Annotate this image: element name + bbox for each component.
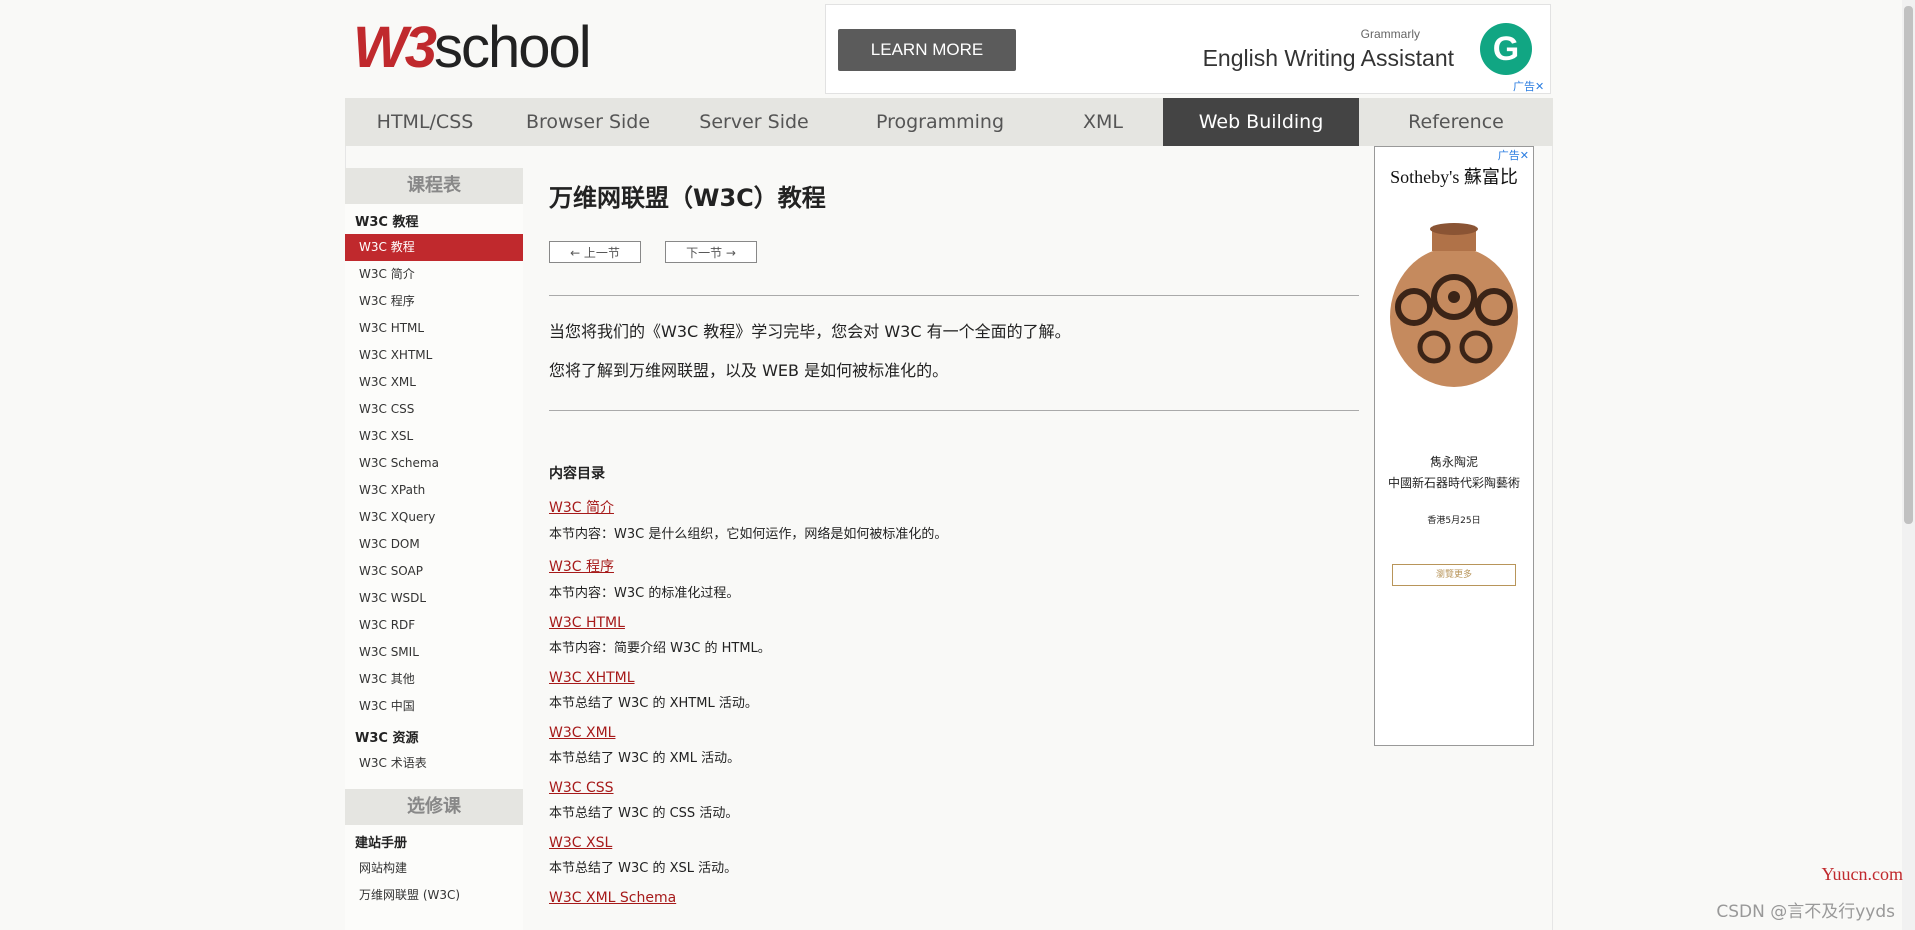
sidebar-item-w3c-xpath[interactable]: W3C XPath xyxy=(345,477,523,504)
nav-xml[interactable]: XML xyxy=(1043,98,1163,146)
next-button[interactable]: 下一节 → xyxy=(665,241,757,263)
sidebar-item-w3c-xhtml[interactable]: W3C XHTML xyxy=(345,342,523,369)
toc-desc: 本节内容：W3C 的标准化过程。 xyxy=(549,586,740,601)
ad-brand: Grammarly xyxy=(1360,27,1420,41)
main-content: 万维网联盟（W3C）教程 ← 上一节 下一节 → 当您将我们的《W3C 教程》学… xyxy=(549,168,1359,906)
prev-button[interactable]: ← 上一节 xyxy=(549,241,641,263)
sidebar-heading-electives: 选修课 xyxy=(345,789,523,825)
toc-desc: 本节总结了 W3C 的 CSS 活动。 xyxy=(549,806,739,821)
ad-label: 广告 xyxy=(1513,80,1535,93)
page-title: 万维网联盟（W3C）教程 xyxy=(549,184,826,212)
learn-more-button[interactable]: LEARN MORE xyxy=(838,29,1016,71)
intro: 当您将我们的《W3C 教程》学习完毕，您会对 W3C 有一个全面的了解。 您将了… xyxy=(549,296,1359,410)
sidebar-item-w3c-wsdl[interactable]: W3C WSDL xyxy=(345,585,523,612)
toc-link-w3c-xsl[interactable]: W3C XSL xyxy=(549,835,1359,851)
toc-link-w3c-xml-schema[interactable]: W3C XML Schema xyxy=(549,890,1359,906)
close-icon[interactable]: ✕ xyxy=(1520,149,1529,162)
top-advertisement[interactable]: LEARN MORE Grammarly English Writing Ass… xyxy=(825,4,1551,94)
sidebar-item-w3c-css[interactable]: W3C CSS xyxy=(345,396,523,423)
sidebar-item-w3c-dom[interactable]: W3C DOM xyxy=(345,531,523,558)
sidebar-item-w3c-xsl[interactable]: W3C XSL xyxy=(345,423,523,450)
toc-title: 内容目录 xyxy=(549,466,605,482)
browse-more-button[interactable]: 瀏覽更多 xyxy=(1392,564,1516,586)
sidebar-item-w3c-smil[interactable]: W3C SMIL xyxy=(345,639,523,666)
intro-text-2: 您将了解到万维网联盟，以及 WEB 是如何被标准化的。 xyxy=(549,361,949,380)
right-advertisement[interactable]: 广告✕ Sotheby's 蘇富比 雋永陶泥 中國新石器時代彩陶藝術 香港5月2… xyxy=(1374,146,1534,746)
sidebar-item-w3c-glossary[interactable]: W3C 术语表 xyxy=(345,750,523,777)
sidebar-item-site-building[interactable]: 网站构建 xyxy=(345,855,523,882)
watermark-credit: CSDN @言不及行yyds xyxy=(1716,902,1895,922)
toc-link-w3c-xhtml[interactable]: W3C XHTML xyxy=(549,670,1359,686)
sidebar: 课程表 W3C 教程 W3C 教程 W3C 简介 W3C 程序 W3C HTML… xyxy=(345,168,523,930)
ad-product: English Writing Assistant xyxy=(1202,45,1454,71)
toc-desc: 本节总结了 W3C 的 XHTML 活动。 xyxy=(549,696,758,711)
pottery-jar-image xyxy=(1390,223,1518,387)
sidebar-section-handbook: 建站手册 xyxy=(355,836,408,851)
intro-text-1: 当您将我们的《W3C 教程》学习完毕，您会对 W3C 有一个全面的了解。 xyxy=(549,322,1071,341)
sidebar-section-w3c: W3C 教程 xyxy=(355,215,419,230)
toc-link-w3c-css[interactable]: W3C CSS xyxy=(549,780,1359,796)
nav-server-side[interactable]: Server Side xyxy=(671,98,837,146)
nav-reference[interactable]: Reference xyxy=(1359,98,1553,146)
right-ad-label[interactable]: 广告✕ xyxy=(1498,147,1529,163)
nav-web-building[interactable]: Web Building xyxy=(1163,98,1359,146)
sidebar-item-w3c-xquery[interactable]: W3C XQuery xyxy=(345,504,523,531)
toc-link-w3c-xml[interactable]: W3C XML xyxy=(549,725,1359,741)
toc-link-w3c-html[interactable]: W3C HTML xyxy=(549,615,1359,631)
divider xyxy=(549,410,1359,411)
ad-text-1: 雋永陶泥 xyxy=(1429,455,1478,469)
toc-desc: 本节总结了 W3C 的 XML 活动。 xyxy=(549,751,741,766)
close-icon[interactable]: ✕ xyxy=(1535,80,1544,93)
w3school-logo[interactable]: W3school xyxy=(353,15,592,80)
sidebar-item-w3c-other[interactable]: W3C 其他 xyxy=(345,666,523,693)
sidebar-item-w3c-schema[interactable]: W3C Schema xyxy=(345,450,523,477)
watermark-site: Yuucn.com xyxy=(1821,864,1903,884)
sidebar-item-w3c-tutorial[interactable]: W3C 教程 xyxy=(345,234,523,261)
page: W3school LEARN MORE Grammarly English Wr… xyxy=(345,0,1553,930)
sidebar-item-w3c-html[interactable]: W3C HTML xyxy=(345,315,523,342)
sidebar-item-w3c-soap[interactable]: W3C SOAP xyxy=(345,558,523,585)
toc-desc: 本节内容：简要介绍 W3C 的 HTML。 xyxy=(549,641,771,656)
logo-w3: W3 xyxy=(353,15,437,80)
ad-label: 广告 xyxy=(1497,149,1520,162)
toc-link-w3c-process[interactable]: W3C 程序 xyxy=(549,556,1359,576)
nav-browser-side[interactable]: Browser Side xyxy=(505,98,671,146)
nav-html-css[interactable]: HTML/CSS xyxy=(345,98,505,146)
sidebar-item-w3c-consortium[interactable]: 万维网联盟 (W3C) xyxy=(345,882,523,909)
sothebys-logo: Sotheby's 蘇富比 xyxy=(1390,167,1518,187)
logo-school: school xyxy=(434,15,592,80)
toc-desc: 本节内容：W3C 是什么组织，它如何运作，网络是如何被标准化的。 xyxy=(549,527,948,542)
sidebar-item-w3c-xml[interactable]: W3C XML xyxy=(345,369,523,396)
ad-text-2: 中國新石器時代彩陶藝術 xyxy=(1387,476,1520,490)
sidebar-item-w3c-china[interactable]: W3C 中国 xyxy=(345,693,523,720)
top-navigation: HTML/CSS Browser Side Server Side Progra… xyxy=(345,98,1553,146)
nav-programming[interactable]: Programming xyxy=(837,98,1043,146)
grammarly-icon: G xyxy=(1480,23,1532,75)
toc-desc: 本节总结了 W3C 的 XSL 活动。 xyxy=(549,861,738,876)
sidebar-section-resources: W3C 资源 xyxy=(355,731,419,746)
sidebar-heading-courses: 课程表 xyxy=(345,168,523,204)
sidebar-item-w3c-rdf[interactable]: W3C RDF xyxy=(345,612,523,639)
scrollbar-thumb[interactable] xyxy=(1904,6,1913,524)
pager: ← 上一节 下一节 → xyxy=(549,241,1359,265)
toc-link-w3c-intro[interactable]: W3C 简介 xyxy=(549,497,1359,517)
top-ad-label[interactable]: 广告✕ xyxy=(1513,78,1544,94)
right-border xyxy=(1552,146,1553,930)
sidebar-item-w3c-intro[interactable]: W3C 简介 xyxy=(345,261,523,288)
scrollbar[interactable] xyxy=(1902,0,1915,930)
ad-text-date: 香港5月25日 xyxy=(1427,516,1481,526)
sidebar-item-w3c-process[interactable]: W3C 程序 xyxy=(345,288,523,315)
